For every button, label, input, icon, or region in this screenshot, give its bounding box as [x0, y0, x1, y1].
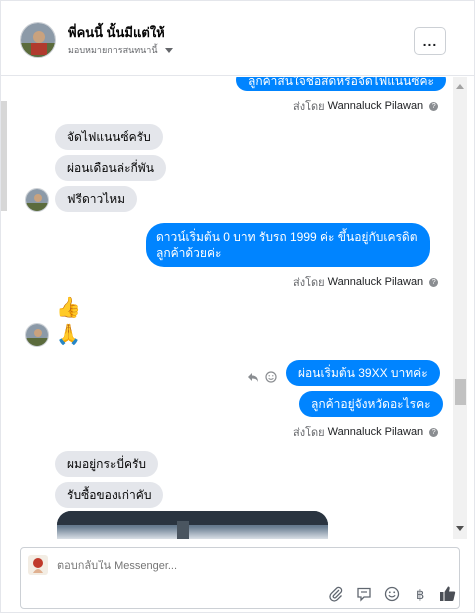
- contact-name[interactable]: พี่คนนี้ นั้นมีแต่ให้: [68, 22, 165, 43]
- thumbs-up-emoji[interactable]: 👍: [56, 297, 81, 319]
- message-line: ดาวน์เริ่มต้น 0 บาท รับรถ 1999 ค่ะ ขึ้นอ…: [156, 230, 418, 244]
- smiley-icon[interactable]: [265, 371, 277, 386]
- question-icon[interactable]: ?: [429, 427, 439, 437]
- message-thread: ลูกค้าสนใจชื่อสดหรือจัดไฟแนนซ์คะ ส่งโดย …: [1, 77, 453, 539]
- svg-text:฿: ฿: [416, 588, 424, 602]
- left-scroll-edge: [1, 101, 7, 211]
- conversation-header: พี่คนนี้ นั้นมีแต่ให้ มอบหมายการสนทนานี้…: [1, 1, 474, 76]
- more-icon: ...: [422, 33, 438, 49]
- outgoing-message[interactable]: ผ่อนเริ่มต้น 39XX บาทค่ะ: [286, 360, 440, 386]
- photo-detail: [57, 511, 328, 525]
- attachment-icon[interactable]: [327, 585, 344, 602]
- page-avatar: [28, 555, 48, 575]
- outgoing-message[interactable]: ดาวน์เริ่มต้น 0 บาท รับรถ 1999 ค่ะ ขึ้นอ…: [146, 223, 430, 267]
- incoming-message[interactable]: ผ่อนเดือนล่ะกี่พัน: [55, 155, 166, 181]
- sent-by-prefix: ส่งโดย: [293, 277, 325, 289]
- sender-name: Wannaluck Pilawan: [327, 276, 424, 288]
- composer-toolbar: ฿: [327, 585, 456, 602]
- sender-name: Wannaluck Pilawan: [327, 426, 424, 438]
- folded-hands-emoji[interactable]: 🙏: [56, 324, 81, 346]
- contact-avatar[interactable]: [20, 22, 56, 58]
- photo-detail: [177, 521, 189, 539]
- outgoing-message[interactable]: ลูกค้าสนใจชื่อสดหรือจัดไฟแนนซ์คะ: [236, 77, 446, 91]
- caret-down-icon: [164, 47, 173, 53]
- assign-conversation-dropdown[interactable]: มอบหมายการสนทนานี้: [68, 43, 173, 57]
- sent-by-label: ส่งโดย Wannaluck Pilawan ?: [293, 97, 439, 115]
- incoming-message[interactable]: จัดไฟแนนซ์ครับ: [55, 124, 163, 150]
- message-actions: [247, 371, 277, 386]
- contact-avatar-small: [25, 188, 49, 212]
- reply-input[interactable]: [57, 560, 437, 572]
- scroll-down-icon[interactable]: [456, 526, 464, 531]
- question-icon[interactable]: ?: [429, 101, 439, 111]
- scroll-up-icon[interactable]: [456, 84, 464, 89]
- incoming-message[interactable]: รับซื้อของเก่าคับ: [55, 482, 164, 508]
- sent-by-prefix: ส่งโดย: [293, 427, 325, 439]
- saved-reply-icon[interactable]: [355, 585, 372, 602]
- incoming-message[interactable]: ผมอยู่กระบี่ครับ: [55, 451, 159, 477]
- sent-by-label: ส่งโดย Wannaluck Pilawan ?: [293, 423, 439, 441]
- baht-icon[interactable]: ฿: [411, 585, 428, 602]
- sent-by-label: ส่งโดย Wannaluck Pilawan ?: [293, 273, 439, 291]
- outgoing-message[interactable]: ลูกค้าอยู่จังหวัดอะไรคะ: [299, 391, 443, 417]
- message-line: ลูกค้าด้วยค่ะ: [156, 246, 222, 260]
- reply-icon[interactable]: [247, 371, 259, 386]
- assign-label: มอบหมายการสนทนานี้: [68, 45, 158, 55]
- emoji-icon[interactable]: [383, 585, 400, 602]
- scrollbar-thumb[interactable]: [455, 379, 466, 405]
- sender-name: Wannaluck Pilawan: [327, 100, 424, 112]
- incoming-message[interactable]: ฟรีดาวไหม: [55, 186, 138, 212]
- scrollbar-track[interactable]: [453, 77, 467, 539]
- thumbs-up-icon[interactable]: [439, 585, 456, 602]
- incoming-photo[interactable]: [57, 511, 328, 539]
- question-icon[interactable]: ?: [429, 277, 439, 287]
- messenger-panel: พี่คนนี้ นั้นมีแต่ให้ มอบหมายการสนทนานี้…: [0, 0, 475, 613]
- more-options-button[interactable]: ...: [414, 27, 446, 55]
- message-composer: ฿: [20, 547, 460, 609]
- sent-by-prefix: ส่งโดย: [293, 101, 325, 113]
- contact-avatar-small: [25, 323, 49, 347]
